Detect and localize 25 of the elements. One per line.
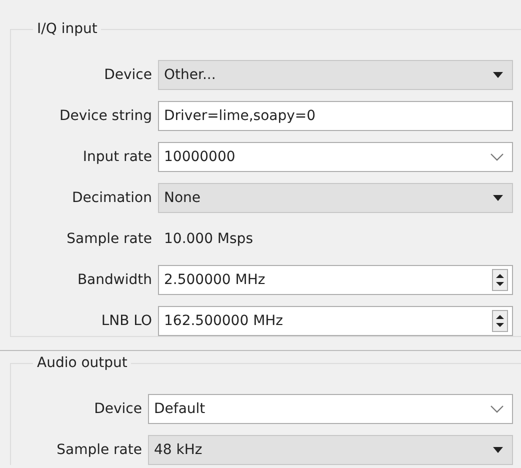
- field-label: Sample rate: [56, 440, 143, 460]
- value-text: 10.000 Msps: [163, 230, 253, 248]
- field-label: Input rate: [82, 148, 153, 166]
- spin-arrows-icon[interactable]: [492, 310, 508, 332]
- dropdown[interactable]: Default: [148, 394, 513, 424]
- field-label: Device: [93, 400, 143, 418]
- spin-box[interactable]: 2.500000 MHz: [158, 265, 513, 295]
- dropdown[interactable]: 10000000: [158, 142, 513, 172]
- dropdown[interactable]: None: [158, 183, 513, 213]
- caret-icon[interactable]: [492, 446, 504, 454]
- field-label: Device: [103, 66, 153, 84]
- dropdown[interactable]: 48 kHz: [148, 435, 513, 465]
- chevron-icon[interactable]: [490, 153, 504, 161]
- caret-icon[interactable]: [492, 194, 504, 202]
- text-field[interactable]: Driver=lime,soapy=0: [158, 101, 513, 131]
- field-label: Bandwidth: [76, 270, 153, 290]
- chevron-icon[interactable]: [490, 405, 504, 413]
- field-label: Device string: [58, 106, 153, 126]
- spin-box[interactable]: 162.500000 MHz: [158, 306, 513, 336]
- field-label: LNB LO: [100, 312, 153, 330]
- field-label: Decimation: [70, 188, 153, 208]
- spin-arrows-icon[interactable]: [492, 269, 508, 291]
- field-label: Sample rate: [66, 230, 153, 248]
- caret-icon[interactable]: [492, 71, 504, 79]
- dropdown[interactable]: Other...: [158, 60, 513, 90]
